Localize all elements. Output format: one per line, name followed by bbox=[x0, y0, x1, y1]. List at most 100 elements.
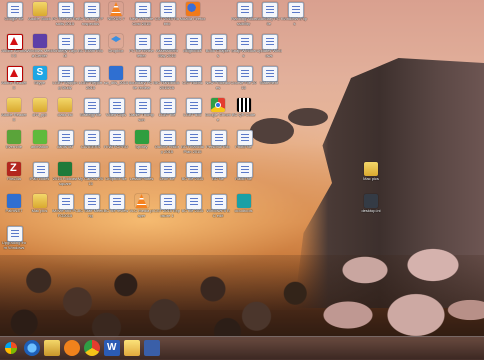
desktop-icon[interactable]: Boundary PC file bbox=[256, 2, 282, 32]
desktop-icon[interactable]: Book Chapters bbox=[206, 34, 230, 64]
desktop-icon[interactable]: BC Financial Plan 2015 bbox=[181, 130, 204, 160]
desktop-icon[interactable]: My Canvas 2015 bbox=[78, 162, 103, 192]
desktop-icon[interactable]: BC file 2015 bbox=[182, 194, 204, 224]
folder-icon bbox=[7, 98, 21, 112]
desktop-icon[interactable]: Dropbox bbox=[105, 34, 127, 64]
desktop-icon[interactable]: CST 2015 Rubric bbox=[155, 2, 179, 32]
desktop-icon[interactable]: BC file review bbox=[104, 194, 128, 224]
desktop-icon[interactable]: Strategy Layout bbox=[53, 34, 77, 64]
doc-icon bbox=[83, 2, 100, 18]
desktop-icon[interactable]: Daniel Thompson bbox=[129, 98, 154, 128]
excel-icon bbox=[58, 162, 72, 176]
desktop-icon[interactable]: Adobe Reader X bbox=[1, 66, 27, 96]
desktop-icon[interactable]: Boundary PC file review bbox=[129, 66, 155, 96]
desktop-icon[interactable]: Leon file bbox=[156, 162, 178, 192]
doc-icon bbox=[236, 162, 253, 178]
desktop-icon[interactable]: LGBT Wapping Study bbox=[53, 66, 77, 96]
desktop-icon[interactable]: Mac pics bbox=[360, 162, 382, 192]
doc-icon bbox=[236, 66, 253, 82]
desktop-icon[interactable]: Video Clips bbox=[105, 98, 127, 128]
desktop-icon[interactable]: Adobe Reader X bbox=[1, 98, 27, 128]
desktop-icon-label: cloudtools bbox=[234, 209, 253, 213]
desktop-icon[interactable]: BC Strategy Prospectus bbox=[77, 2, 104, 32]
desktop-icon[interactable]: BC QR Code bbox=[232, 98, 255, 128]
internet-explorer-icon[interactable] bbox=[24, 340, 40, 356]
desktop-icon[interactable]: Spotify bbox=[131, 130, 153, 160]
desktop-icon[interactable]: Skype bbox=[29, 66, 51, 96]
pdf-icon bbox=[7, 66, 23, 82]
desktop-icon[interactable]: Windows 8 BC edit bbox=[206, 194, 230, 224]
desktop-icon[interactable]: Evernote bbox=[3, 130, 25, 160]
desktop-icon[interactable]: NEXUS 7 bbox=[105, 2, 127, 32]
desktop-icon-label: BC file 2015 bbox=[181, 177, 204, 181]
desktop-icon[interactable]: iPad codes bbox=[29, 162, 51, 192]
desktop-icon-label: BC Strategy Prospectus bbox=[77, 17, 104, 26]
desktop-icon[interactable]: PC Review Results 2015 bbox=[52, 2, 78, 32]
folder-icon bbox=[32, 98, 47, 112]
desktop-icon[interactable]: Windows Media Center bbox=[27, 34, 53, 64]
doc-icon bbox=[211, 66, 227, 82]
media-player-icon[interactable] bbox=[64, 340, 80, 356]
desktop-icon[interactable]: Upgrading from Windows bbox=[2, 226, 26, 256]
desktop-icon[interactable]: Snap Windows bbox=[231, 34, 256, 64]
desktop-icon[interactable]: BC file 2015 bbox=[182, 162, 204, 192]
desktop-icon[interactable]: VLC media player bbox=[129, 194, 153, 224]
desktop-icon[interactable]: Personal Info bbox=[206, 130, 230, 160]
desktop-icon[interactable]: cloudtools bbox=[233, 194, 255, 224]
desktop-icon[interactable]: Statement bbox=[258, 66, 280, 96]
desktop-icon[interactable]: Assessment May 2015 bbox=[156, 34, 178, 64]
desktop-icon[interactable]: Adobe Acrobat X bbox=[1, 34, 27, 64]
desktop-icon[interactable]: sw_dtls_2015 bbox=[104, 66, 128, 96]
desktop-icon[interactable]: Planning Accessibility bbox=[231, 2, 256, 32]
desktop-icon[interactable]: desktop.ini bbox=[360, 194, 382, 224]
doc-icon bbox=[32, 162, 49, 178]
start-button[interactable] bbox=[2, 339, 20, 357]
desktop-icon[interactable]: BC Handbook 2015/16 bbox=[155, 66, 179, 96]
desktop-icon[interactable]: 2015 Podcast square bbox=[53, 162, 77, 192]
desktop-icon[interactable]: FileZilla bbox=[3, 162, 25, 192]
desktop-icon[interactable]: Google file bbox=[3, 2, 25, 32]
desktop-icon[interactable]: Final PCPRO bbox=[104, 130, 128, 160]
desktop-icon[interactable]: Windows 8 tips bbox=[282, 2, 307, 32]
desktop-icon[interactable]: Lesson notes bbox=[130, 162, 153, 192]
desktop-icon[interactable]: LGBT doc bbox=[182, 98, 204, 128]
desktop-icon[interactable]: Radio file bbox=[233, 162, 255, 192]
desktop-icon[interactable]: iMovie and PC FG2015 bbox=[52, 194, 78, 224]
desktop-icon[interactable]: Strategy file bbox=[80, 98, 102, 128]
desktop-icon[interactable]: Updates Windows bbox=[256, 34, 282, 64]
desktop-icon[interactable]: Dropbox file bbox=[105, 162, 127, 192]
desktop-icon[interactable]: BC Staff Meeting bbox=[78, 194, 103, 224]
desktop-icon[interactable]: ch4_ppt bbox=[29, 98, 51, 128]
desktop-icon[interactable]: New Website Cost 2015 bbox=[130, 2, 153, 32]
desktop-icon[interactable]: Photo file bbox=[233, 130, 255, 160]
desktop-icon[interactable]: cards list bbox=[54, 130, 76, 160]
desktop-icon[interactable]: Outline History 2015 bbox=[155, 130, 179, 160]
desktop-icon[interactable]: PC file review letter bbox=[129, 34, 154, 64]
desktop-icon[interactable]: CST Rubric bbox=[182, 66, 204, 96]
desktop-icon[interactable]: PaintNET bbox=[3, 194, 25, 224]
desktop-icon[interactable]: BC Exam Info bbox=[78, 34, 103, 64]
desktop-icon-label: PaintNET bbox=[5, 209, 23, 213]
desktop-icon[interactable]: Google Chrome bbox=[205, 98, 231, 128]
desktop-icon-label: Evernote bbox=[5, 145, 22, 149]
doc-icon bbox=[83, 194, 100, 210]
desktop-icon[interactable]: CST 2015 Exposure 1 bbox=[154, 194, 180, 224]
desktop-icon[interactable]: LGBT Report 2015 bbox=[79, 66, 102, 96]
chrome-icon[interactable] bbox=[84, 340, 100, 356]
desktop-icon[interactable]: animation bbox=[29, 130, 51, 160]
desktop-icon[interactable]: blogbooks bbox=[182, 34, 204, 64]
desktop-icon[interactable]: Course File 2015 bbox=[231, 66, 257, 96]
outlook-icon[interactable] bbox=[124, 340, 140, 356]
desktop-icon[interactable]: Mac pics bbox=[29, 194, 51, 224]
word-icon[interactable] bbox=[104, 340, 120, 356]
desktop-icon[interactable]: New Procedures bbox=[205, 66, 231, 96]
desktop-icon[interactable]: Adobe Stock bbox=[28, 2, 51, 32]
desktop-icon[interactable]: BC file bbox=[207, 162, 229, 192]
desktop-icon[interactable]: Mozilla Firefox bbox=[180, 2, 205, 32]
doc-icon bbox=[58, 2, 74, 18]
desktop-icon[interactable]: CAREERS bbox=[80, 130, 102, 160]
file-explorer-icon[interactable] bbox=[44, 340, 60, 356]
desktop-icon[interactable]: class list bbox=[54, 98, 76, 128]
desktop-icon[interactable]: LGBT file bbox=[156, 98, 178, 128]
app-icon[interactable] bbox=[144, 340, 160, 356]
